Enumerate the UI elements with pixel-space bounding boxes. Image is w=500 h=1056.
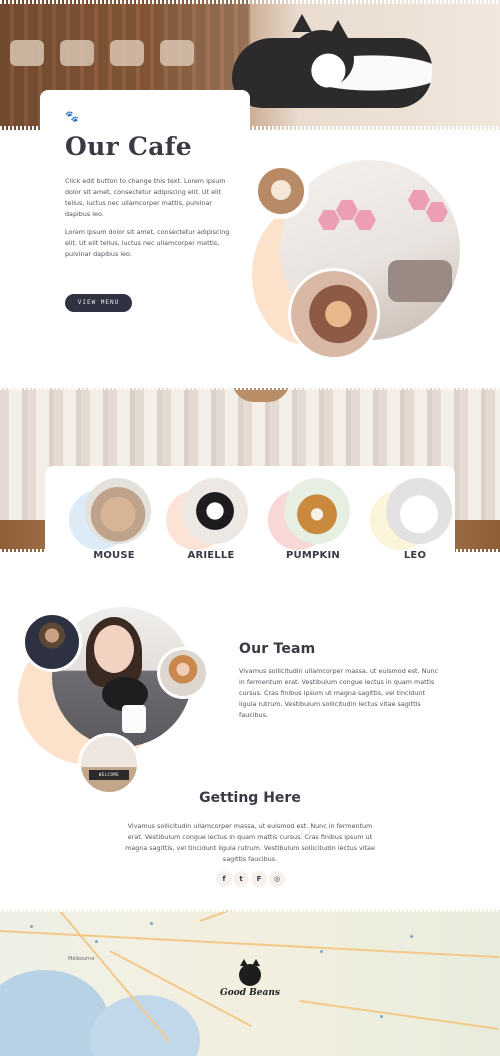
cat-ear (328, 20, 348, 38)
map-marker-dot (320, 950, 323, 953)
cat-name: LEO (403, 550, 427, 561)
about-paragraph-2: Lorem ipsum dolor sit amet, consectetur … (65, 228, 230, 258)
welcome-sign-image: WELCOME (78, 733, 140, 795)
cat-card-arielle[interactable]: ARIELLE (166, 478, 256, 570)
wall-shelf (318, 210, 340, 230)
cat-logo-icon (239, 959, 261, 986)
cat-name: PUMPKIN (286, 550, 340, 561)
map-city-label: Melbourne (68, 956, 95, 962)
latte-art (271, 180, 291, 200)
cat-name: MOUSE (93, 550, 135, 561)
logo-ear (240, 959, 248, 966)
bay-water (90, 995, 200, 1056)
map-road (0, 930, 500, 959)
shelf-slot (10, 40, 44, 66)
map-marker-dot (150, 922, 153, 925)
cat-ear (292, 14, 312, 32)
cat-card-leo[interactable]: LEO (370, 478, 460, 570)
shelf-slot (160, 40, 194, 66)
cat-head (290, 30, 354, 88)
cat-photo (85, 478, 151, 544)
map-top-edge (0, 908, 500, 912)
team-title: Our Team (239, 641, 316, 657)
face (94, 625, 134, 673)
team-text: Vivamus sollicitudin ullamcorper massa, … (239, 667, 439, 719)
about-paragraph-1: Click edit button to change this text. L… (65, 177, 226, 218)
band-top-edge (0, 386, 500, 390)
wall-shelf (426, 202, 448, 222)
instagram-icon[interactable]: ◎ (269, 871, 285, 887)
sign-text: WELCOME (98, 772, 120, 777)
cat-name: ARIELLE (187, 550, 235, 561)
page-title: Our Cafe (65, 132, 192, 161)
getting-here-title: Getting Here (199, 790, 301, 806)
twitter-icon[interactable]: t (233, 871, 249, 887)
map-marker-dot (95, 940, 98, 943)
paw-icon: 🐾 (65, 110, 79, 123)
facebook-icon[interactable]: f (216, 871, 232, 887)
map-road (299, 1000, 499, 1030)
wall-shelf (408, 190, 430, 210)
foursquare-icon[interactable]: F (251, 871, 267, 887)
map-marker-dot (380, 1015, 383, 1018)
map-logo-text: Good Beans (220, 988, 280, 998)
mug (122, 705, 146, 733)
shelf-slot (60, 40, 94, 66)
logo-ear (252, 959, 260, 966)
sofa (388, 260, 452, 302)
wall-shelf (354, 210, 376, 230)
team-member-avatar (22, 612, 82, 672)
top-border (0, 0, 500, 4)
cat-photo (182, 478, 248, 544)
wall-shelf (336, 200, 358, 220)
team-member-avatar (157, 647, 209, 699)
view-menu-button[interactable]: VIEW MENU (65, 294, 132, 312)
cat-photo (386, 478, 452, 544)
getting-here-text: Vivamus sollicitudin ullamcorper massa, … (125, 822, 375, 863)
tea-cup-image (288, 268, 380, 360)
lamp (232, 388, 290, 402)
map-marker-dot (410, 935, 413, 938)
shelf-slot (110, 40, 144, 66)
latte-image (253, 163, 309, 219)
cat-card-pumpkin[interactable]: PUMPKIN (268, 478, 358, 570)
map-marker-dot (30, 925, 33, 928)
cat-photo (284, 478, 350, 544)
cat-card-mouse[interactable]: MOUSE (69, 478, 159, 570)
